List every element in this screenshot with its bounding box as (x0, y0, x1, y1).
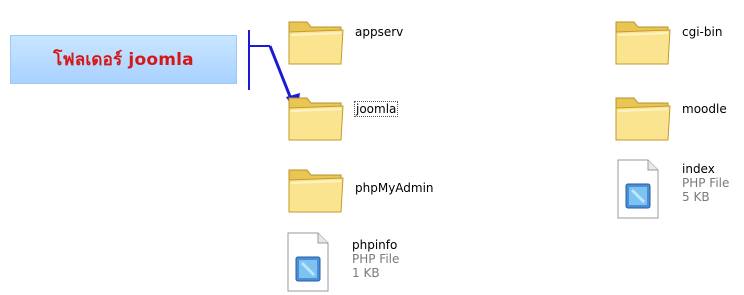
folder-icon (612, 84, 676, 148)
item-label-block: phpinfo PHP File 1 KB (352, 238, 399, 280)
file-name: index (682, 162, 715, 176)
file-kind: PHP File (352, 252, 400, 266)
folder-appserv[interactable]: appserv (285, 8, 403, 72)
item-label: phpMyAdmin (355, 181, 434, 195)
folder-joomla[interactable]: joomla (285, 84, 399, 148)
folder-phpmyadmin[interactable]: phpMyAdmin (285, 156, 434, 220)
item-label-block: index PHP File 5 KB (682, 162, 729, 204)
php-file-icon (612, 156, 676, 220)
item-label: joomla (353, 101, 399, 117)
item-label: cgi-bin (682, 25, 723, 39)
file-size: 1 KB (352, 266, 380, 280)
explorer-view: โฟลเดอร์ joomla appserv cgi-bin joomla m… (0, 0, 744, 295)
annotation-text: โฟลเดอร์ joomla (53, 50, 194, 70)
file-name: phpinfo (352, 238, 398, 252)
folder-cgi-bin[interactable]: cgi-bin (612, 8, 722, 72)
php-file-icon (282, 229, 346, 293)
file-phpinfo[interactable]: phpinfo PHP File 1 KB (282, 229, 399, 293)
folder-icon (285, 84, 349, 148)
folder-icon (285, 156, 349, 220)
folder-moodle[interactable]: moodle (612, 84, 727, 148)
item-label: appserv (355, 25, 404, 39)
folder-icon (612, 8, 676, 72)
item-label: moodle (682, 102, 727, 116)
file-kind: PHP File (682, 176, 730, 190)
file-size: 5 KB (682, 190, 710, 204)
annotation-callout: โฟลเดอร์ joomla (10, 35, 237, 84)
file-index[interactable]: index PHP File 5 KB (612, 156, 729, 220)
folder-icon (285, 8, 349, 72)
